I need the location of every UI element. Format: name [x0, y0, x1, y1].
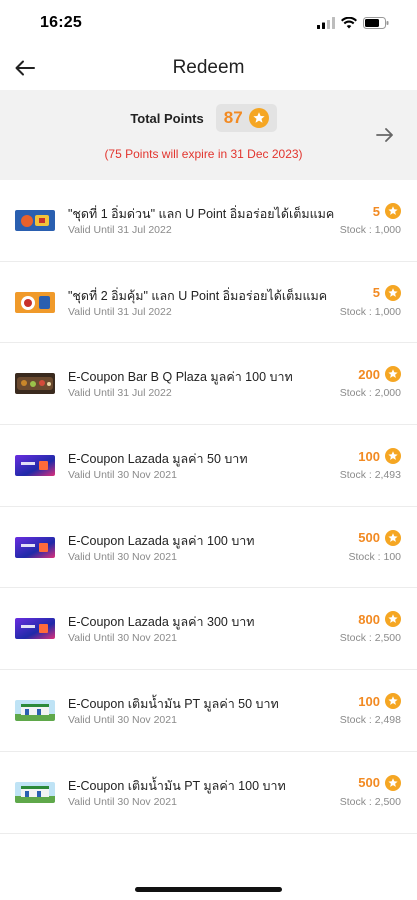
reward-valid-until: Valid Until 30 Nov 2021 — [68, 714, 177, 727]
reward-item[interactable]: E-Coupon Bar B Q Plaza มูลค่า 100 บาท Val… — [0, 343, 417, 426]
points-panel: Total Points 87 (75 Points will expire i… — [0, 90, 417, 180]
reward-points: 100 — [358, 448, 401, 465]
star-icon — [385, 693, 401, 710]
reward-thumbnail — [15, 373, 55, 395]
cellular-signal-icon — [317, 17, 335, 29]
star-icon — [385, 284, 401, 301]
status-time: 16:25 — [40, 14, 82, 31]
reward-stock: Stock : 1,000 — [339, 305, 401, 318]
reward-title: E-Coupon Lazada มูลค่า 300 บาท — [68, 615, 255, 630]
reward-stock: Stock : 2,493 — [339, 469, 401, 482]
nav-bar: Redeem — [0, 46, 417, 90]
status-bar: 16:25 — [0, 0, 417, 46]
arrow-right-icon — [376, 128, 393, 142]
reward-points-value: 500 — [358, 775, 380, 791]
reward-valid-until: Valid Until 30 Nov 2021 — [68, 632, 177, 645]
reward-thumbnail — [15, 291, 55, 313]
reward-points-value: 100 — [358, 448, 380, 464]
home-indicator — [135, 887, 282, 892]
reward-valid-until: Valid Until 30 Nov 2021 — [68, 795, 177, 808]
reward-points: 100 — [358, 693, 401, 710]
points-history-button[interactable] — [373, 123, 397, 147]
reward-thumbnail — [15, 455, 55, 477]
reward-points: 200 — [358, 366, 401, 383]
points-summary: Total Points 87 — [0, 104, 417, 132]
reward-stock: Stock : 2,000 — [339, 387, 401, 400]
star-icon — [385, 611, 401, 628]
reward-valid-until: Valid Until 31 Jul 2022 — [68, 305, 172, 318]
reward-list: "ชุดที่ 1 อิ่มด่วน" แลก U Point อิ่มอร่อ… — [0, 180, 417, 834]
reward-thumbnail — [15, 536, 55, 558]
reward-valid-until: Valid Until 30 Nov 2021 — [68, 469, 177, 482]
reward-item[interactable]: E-Coupon Lazada มูลค่า 100 บาท Valid Unti… — [0, 507, 417, 589]
star-icon — [385, 203, 401, 219]
reward-item[interactable]: E-Coupon Lazada มูลค่า 300 บาท Valid Unti… — [0, 588, 417, 671]
page-title: Redeem — [172, 57, 245, 78]
reward-stock: Stock : 100 — [348, 550, 401, 563]
reward-title: "ชุดที่ 1 อิ่มด่วน" แลก U Point อิ่มอร่อ… — [68, 207, 335, 221]
reward-points-value: 100 — [358, 693, 380, 709]
reward-item[interactable]: "ชุดที่ 2 อิ่มคุ้ม" แลก U Point อิ่มอร่อ… — [0, 262, 417, 344]
reward-points-value: 5 — [372, 203, 380, 219]
reward-points-value: 800 — [358, 611, 380, 627]
star-icon — [248, 108, 269, 128]
star-icon — [385, 366, 401, 383]
reward-points: 500 — [358, 774, 401, 791]
battery-icon — [363, 17, 389, 29]
reward-title: E-Coupon เติมน้ำมัน PT มูลค่า 50 บาท — [68, 697, 279, 712]
reward-thumbnail — [15, 700, 55, 722]
reward-points: 500 — [358, 529, 401, 546]
reward-thumbnail — [15, 618, 55, 640]
star-icon — [385, 774, 401, 791]
reward-item[interactable]: E-Coupon Lazada มูลค่า 50 บาท Valid Until… — [0, 425, 417, 507]
reward-title: E-Coupon Lazada มูลค่า 50 บาท — [68, 452, 248, 467]
reward-points-value: 200 — [358, 366, 380, 382]
reward-title: E-Coupon Bar B Q Plaza มูลค่า 100 บาท — [68, 370, 293, 385]
reward-valid-until: Valid Until 31 Jul 2022 — [68, 387, 172, 400]
status-icons — [317, 17, 389, 29]
reward-points-value: 500 — [358, 530, 380, 546]
arrow-left-icon — [15, 60, 35, 76]
reward-item[interactable]: E-Coupon เติมน้ำมัน PT มูลค่า 100 บาท Val… — [0, 752, 417, 834]
reward-stock: Stock : 2,500 — [339, 632, 401, 645]
reward-thumbnail — [15, 210, 55, 231]
reward-title: E-Coupon Lazada มูลค่า 100 บาท — [68, 533, 255, 548]
reward-stock: Stock : 2,498 — [339, 714, 401, 727]
wifi-icon — [341, 17, 357, 29]
reward-title: E-Coupon เติมน้ำมัน PT มูลค่า 100 บาท — [68, 778, 286, 793]
points-expire-note: (75 Points will expire in 31 Dec 2023) — [104, 147, 303, 161]
star-icon — [385, 529, 401, 546]
total-points-label: Total Points — [130, 110, 204, 126]
reward-points: 5 — [373, 203, 401, 219]
star-icon — [385, 448, 401, 465]
back-button[interactable] — [12, 55, 38, 81]
reward-thumbnail — [15, 781, 55, 803]
reward-stock: Stock : 1,000 — [339, 224, 401, 236]
reward-points: 800 — [358, 611, 401, 628]
reward-item[interactable]: "ชุดที่ 1 อิ่มด่วน" แลก U Point อิ่มอร่อ… — [0, 180, 417, 262]
reward-valid-until: Valid Until 31 Jul 2022 — [68, 224, 172, 236]
points-badge: 87 — [215, 104, 277, 132]
reward-title: "ชุดที่ 2 อิ่มคุ้ม" แลก U Point อิ่มอร่อ… — [68, 288, 328, 303]
reward-points-value: 5 — [372, 285, 380, 301]
reward-item[interactable]: E-Coupon เติมน้ำมัน PT มูลค่า 50 บาท Vali… — [0, 670, 417, 752]
reward-stock: Stock : 2,500 — [339, 795, 401, 808]
reward-points: 5 — [372, 284, 401, 301]
reward-valid-until: Valid Until 30 Nov 2021 — [68, 550, 177, 563]
total-points-value: 87 — [223, 108, 243, 127]
